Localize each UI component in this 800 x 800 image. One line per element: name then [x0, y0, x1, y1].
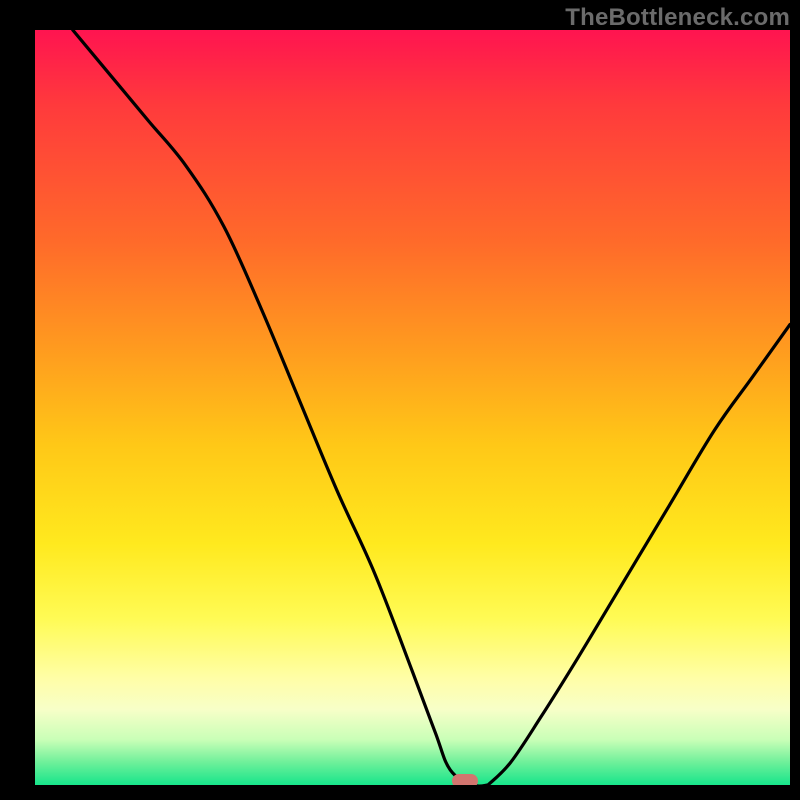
chart-frame: TheBottleneck.com: [0, 0, 800, 800]
bottleneck-curve: [35, 30, 790, 785]
watermark-label: TheBottleneck.com: [565, 4, 790, 32]
plot-area: [35, 30, 790, 785]
